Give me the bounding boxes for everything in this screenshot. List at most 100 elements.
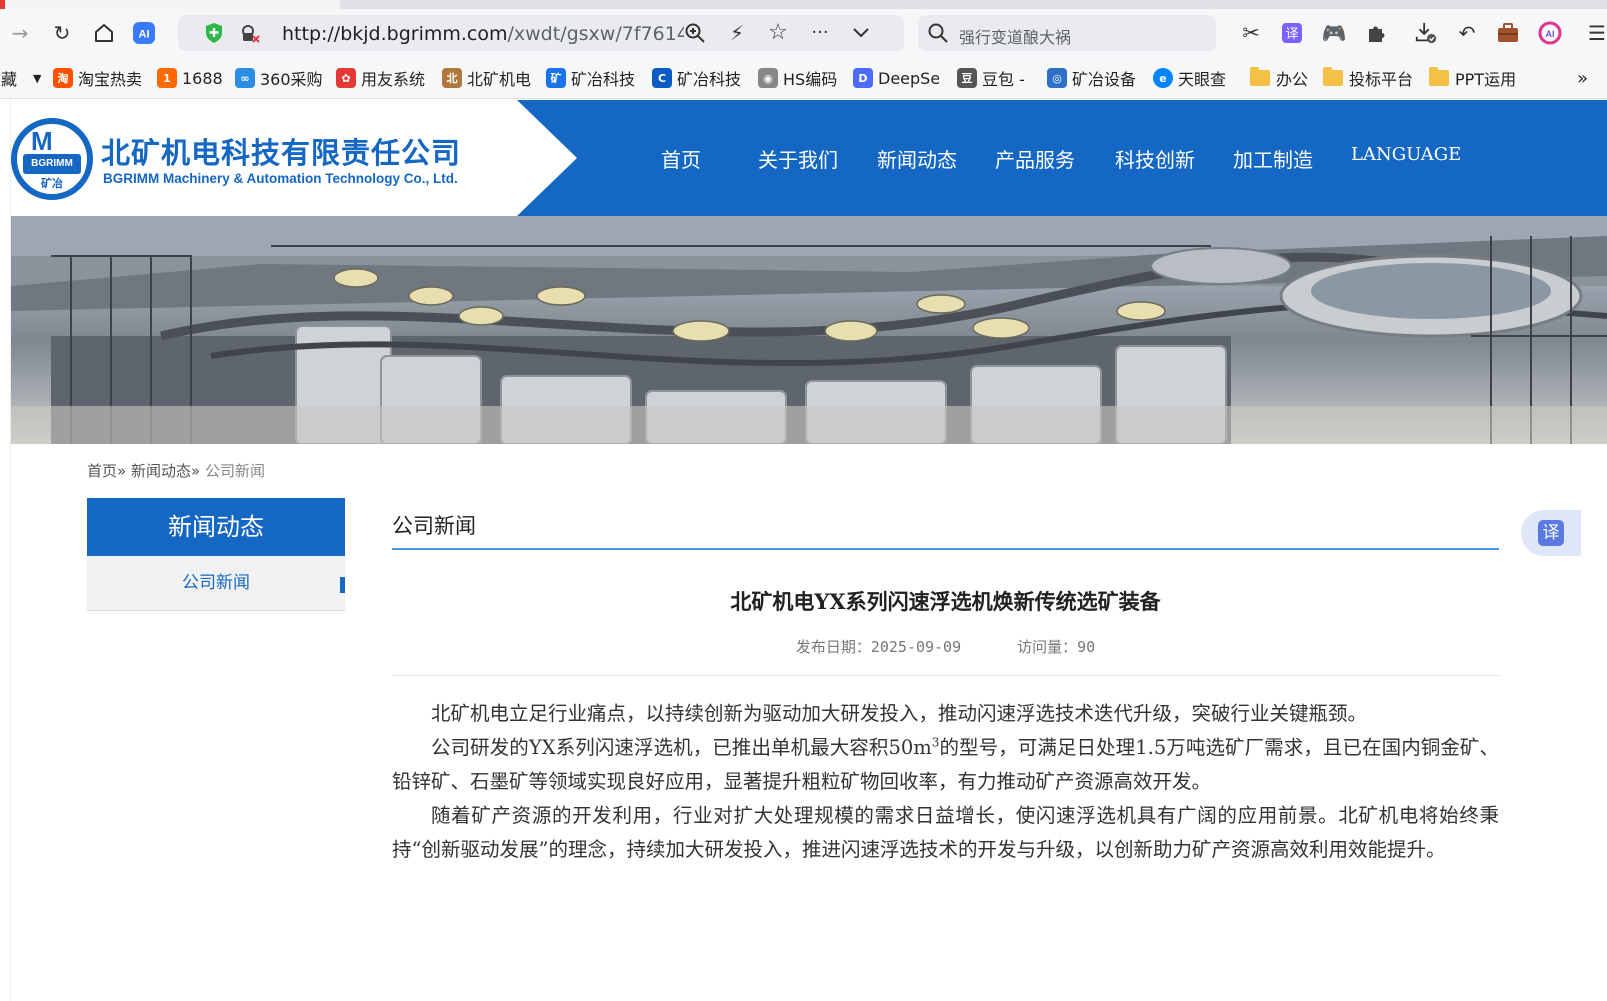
bgrimm-equip-icon: ◎	[1047, 68, 1067, 88]
bookmark-folder-toubiao[interactable]: 投标平台	[1323, 67, 1417, 89]
bookmark-label: 矿冶科技	[677, 70, 742, 89]
bookmark-label: 淘宝热卖	[78, 70, 143, 89]
nav-innovation[interactable]: 科技创新	[1115, 144, 1195, 173]
security-shield-icon[interactable]	[202, 21, 226, 45]
bookmarks-bar: 收藏 ▼ 淘淘宝热卖 11688 ∞360采购 ✿用友系统 北北矿机电 矿矿冶科…	[0, 57, 1607, 99]
bookmark-dropdown[interactable]: ▼	[33, 67, 41, 89]
folder-icon	[1323, 67, 1343, 86]
star-bookmark-icon[interactable]: ☆	[766, 21, 790, 45]
address-bar[interactable]: http://bkjd.bgrimm.com/xwdt/gsxw/7f7614c…	[178, 15, 904, 51]
nav-products[interactable]: 产品服务	[995, 144, 1075, 173]
paragraph-1: 北矿机电立足行业痛点，以持续创新为驱动加大研发投入，推动闪速浮选技术迭代升级，突…	[431, 702, 1368, 725]
svg-text:AI: AI	[139, 29, 150, 41]
bookmark-tianyancha[interactable]: e 天眼查	[1153, 67, 1231, 89]
zoom-icon[interactable]	[683, 21, 707, 45]
company-name-en: BGRIMM Machinery & Automation Technology…	[103, 171, 458, 186]
breadcrumb: 首页» 新闻动态» 公司新闻	[87, 460, 265, 481]
deepseek-icon: D	[853, 68, 873, 88]
nav-home[interactable]: 首页	[661, 144, 701, 173]
sidebar-item-company-news[interactable]: 公司新闻	[87, 556, 345, 611]
bookmark-label: PPT运用	[1455, 70, 1517, 89]
yonyou-icon: ✿	[336, 68, 356, 88]
reload-icon[interactable]: ↻	[50, 21, 74, 45]
flotation-plant-illustration	[11, 216, 1607, 444]
site-permissions-icon[interactable]	[238, 21, 262, 45]
bookmark-hs-code[interactable]: ◉ HS编码	[758, 67, 840, 89]
logo-sub: 矿冶	[41, 177, 63, 190]
home-icon[interactable]	[92, 21, 116, 45]
nav-language[interactable]: LANGUAGE	[1351, 144, 1461, 165]
bookmark-label: 天眼查	[1178, 70, 1227, 89]
bookmark-360[interactable]: ∞ 360采购	[235, 67, 323, 89]
undo-icon[interactable]: ↶	[1455, 21, 1479, 45]
company-name-cn: 北矿机电科技有限责任公司	[101, 136, 462, 170]
bookmark-label: 豆包 -	[982, 70, 1025, 89]
scissors-icon[interactable]: ✂	[1239, 21, 1263, 45]
bookmark-label: 北矿机电	[467, 70, 532, 89]
search-text[interactable]: 强行变道酿大祸	[959, 24, 1071, 48]
view-count: 访问量：90	[1017, 638, 1096, 656]
bookmark-doubao[interactable]: 豆豆包 -	[957, 67, 1029, 89]
site-header: M BGRIMM 矿冶 北矿机电科技有限责任公司 BGRIMM Machiner…	[11, 100, 1607, 216]
bookmark-bgrimm-c[interactable]: C 矿冶科技	[652, 67, 745, 89]
menu-icon[interactable]: ☰	[1585, 21, 1607, 45]
nav-about[interactable]: 关于我们	[758, 144, 838, 173]
sidebar-title: 新闻动态	[87, 498, 345, 556]
logo-panel[interactable]: M BGRIMM 矿冶 北矿机电科技有限责任公司 BGRIMM Machiner…	[11, 100, 577, 216]
download-icon[interactable]	[1414, 21, 1438, 45]
url-text[interactable]: http://bkjd.bgrimm.com/xwdt/gsxw/7f7614c	[282, 23, 684, 45]
bookmark-deepseek[interactable]: DDeepSeek	[853, 67, 939, 89]
translate-icon: 译	[1538, 520, 1564, 546]
briefcase-icon[interactable]	[1496, 21, 1520, 45]
extensions-puzzle-icon[interactable]	[1364, 21, 1388, 45]
bookmark-folder-bangong[interactable]: 办公	[1250, 67, 1310, 89]
website: M BGRIMM 矿冶 北矿机电科技有限责任公司 BGRIMM Machiner…	[11, 100, 1607, 1001]
bookmark-bgrimm[interactable]: 北北矿机电	[442, 67, 537, 89]
breadcrumb-news[interactable]: 新闻动态	[131, 462, 191, 480]
bookmark-taobao[interactable]: 淘淘宝热卖	[53, 67, 148, 89]
article-body: 北矿机电立足行业痛点，以持续创新为驱动加大研发投入，推动闪速浮选技术迭代升级，突…	[392, 697, 1499, 867]
bookmarks-overflow-icon[interactable]: »	[1577, 67, 1588, 89]
url-host: http://bkjd.bgrimm.com	[282, 23, 508, 45]
1688-icon: 1	[157, 68, 177, 88]
bookmark-label: DeepSeek	[878, 68, 939, 88]
ai-circle-icon[interactable]: AI	[1538, 21, 1562, 45]
lightning-icon[interactable]: ⚡	[725, 21, 749, 45]
nav-news[interactable]: 新闻动态	[877, 144, 957, 173]
svg-text:AI: AI	[1546, 29, 1555, 39]
search-box[interactable]: 强行变道酿大祸	[918, 15, 1216, 51]
bookmark-label: 办公	[1276, 70, 1309, 89]
ai-assistant-icon[interactable]: AI	[132, 21, 156, 45]
game-controller-icon[interactable]: 🎮	[1322, 21, 1347, 45]
bookmark-yonyou[interactable]: ✿ 用友系统	[336, 67, 430, 89]
floating-translate-button[interactable]: 译	[1521, 510, 1581, 556]
chevron-down-icon[interactable]	[849, 21, 873, 45]
hs-code-icon: ◉	[758, 68, 778, 88]
article-meta: 发布日期：2025-09-09 访问量：90	[392, 636, 1499, 657]
active-tab[interactable]	[0, 0, 340, 9]
bgrimm-tech-icon: 矿	[546, 68, 566, 88]
page-left-edge	[0, 100, 11, 1001]
logo-text: BGRIMM	[23, 154, 81, 174]
bookmark-label: HS编码	[783, 70, 838, 89]
bookmark-bgrimm-tech[interactable]: 矿矿冶科技	[546, 67, 638, 89]
breadcrumb-sep: »	[117, 462, 127, 480]
bookmark-folder-ppt[interactable]: PPT运用	[1429, 67, 1521, 89]
forward-icon[interactable]: →	[8, 21, 32, 45]
logo-mark: M	[31, 126, 53, 156]
nav-manufacturing[interactable]: 加工制造	[1233, 144, 1313, 173]
breadcrumb-home[interactable]: 首页	[87, 462, 117, 480]
browser-toolbar: → ↻ AI http://bkjd.bgrimm.com/xwdt/gsxw/…	[0, 9, 1607, 57]
sidebar-item-label: 公司新闻	[182, 573, 250, 593]
more-dots-icon[interactable]: ···	[808, 21, 832, 45]
bookmark-bgrimm-equip[interactable]: ◎ 矿冶设备	[1047, 67, 1139, 89]
bookmark-1688[interactable]: 1 1688	[157, 67, 223, 89]
folder-icon	[1250, 67, 1270, 86]
bookmark-label: 矿冶设备	[1072, 70, 1137, 89]
paragraph-3: 随着矿产资源的开发利用，行业对扩大处理规模的需求日益增长，使闪速浮选机具有广阔的…	[392, 804, 1499, 861]
bookmark-label: 投标平台	[1349, 70, 1414, 89]
paragraph-2: 公司研发的YX系列闪速浮选机，已推出单机最大容积50m3的型号，可满足日处理1.…	[392, 731, 1499, 799]
folder-icon	[1429, 67, 1449, 86]
translate-ext-icon[interactable]: 译	[1280, 21, 1304, 45]
bookmark-label: 用友系统	[361, 70, 426, 89]
